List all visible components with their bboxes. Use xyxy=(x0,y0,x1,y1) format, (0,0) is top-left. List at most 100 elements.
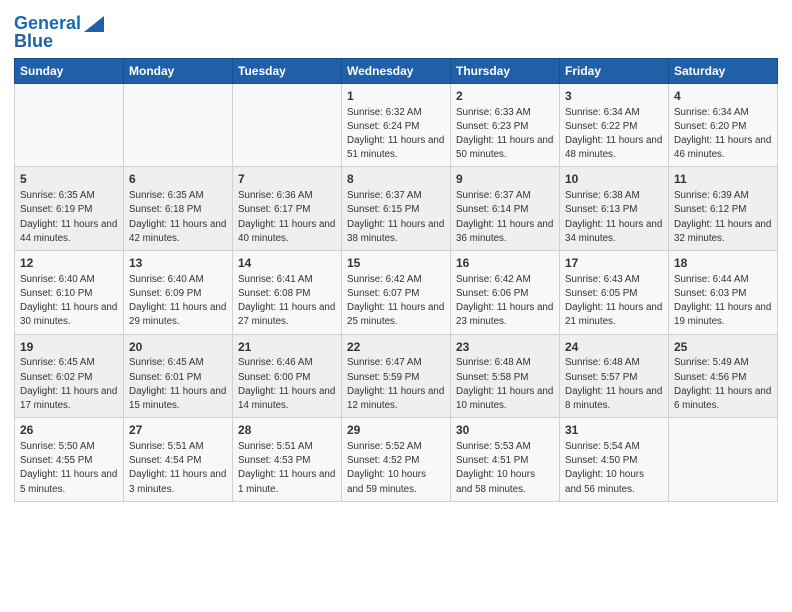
calendar-cell: 9Sunrise: 6:37 AM Sunset: 6:14 PM Daylig… xyxy=(451,167,560,251)
day-number: 25 xyxy=(674,339,772,356)
logo: General Blue xyxy=(14,14,104,52)
calendar-cell: 1Sunrise: 6:32 AM Sunset: 6:24 PM Daylig… xyxy=(342,83,451,167)
day-info: Sunrise: 6:37 AM Sunset: 6:15 PM Dayligh… xyxy=(347,189,445,246)
day-number: 19 xyxy=(20,339,118,356)
day-info: Sunrise: 6:48 AM Sunset: 5:58 PM Dayligh… xyxy=(456,356,554,413)
calendar-cell: 29Sunrise: 5:52 AM Sunset: 4:52 PM Dayli… xyxy=(342,418,451,502)
day-info: Sunrise: 6:35 AM Sunset: 6:19 PM Dayligh… xyxy=(20,189,118,246)
day-number: 28 xyxy=(238,422,336,439)
day-number: 2 xyxy=(456,88,554,105)
day-info: Sunrise: 6:34 AM Sunset: 6:22 PM Dayligh… xyxy=(565,106,663,163)
day-info: Sunrise: 6:45 AM Sunset: 6:01 PM Dayligh… xyxy=(129,356,227,413)
calendar-cell: 22Sunrise: 6:47 AM Sunset: 5:59 PM Dayli… xyxy=(342,334,451,418)
calendar-cell: 18Sunrise: 6:44 AM Sunset: 6:03 PM Dayli… xyxy=(669,251,778,335)
day-number: 7 xyxy=(238,171,336,188)
calendar-row: 12Sunrise: 6:40 AM Sunset: 6:10 PM Dayli… xyxy=(15,251,778,335)
day-number: 17 xyxy=(565,255,663,272)
weekday-header: Friday xyxy=(560,58,669,83)
day-info: Sunrise: 6:36 AM Sunset: 6:17 PM Dayligh… xyxy=(238,189,336,246)
day-info: Sunrise: 6:33 AM Sunset: 6:23 PM Dayligh… xyxy=(456,106,554,163)
day-number: 12 xyxy=(20,255,118,272)
calendar-cell: 13Sunrise: 6:40 AM Sunset: 6:09 PM Dayli… xyxy=(124,251,233,335)
calendar-row: 19Sunrise: 6:45 AM Sunset: 6:02 PM Dayli… xyxy=(15,334,778,418)
day-number: 11 xyxy=(674,171,772,188)
calendar-cell: 2Sunrise: 6:33 AM Sunset: 6:23 PM Daylig… xyxy=(451,83,560,167)
day-info: Sunrise: 6:39 AM Sunset: 6:12 PM Dayligh… xyxy=(674,189,772,246)
weekday-header: Thursday xyxy=(451,58,560,83)
calendar-cell: 24Sunrise: 6:48 AM Sunset: 5:57 PM Dayli… xyxy=(560,334,669,418)
calendar-cell: 26Sunrise: 5:50 AM Sunset: 4:55 PM Dayli… xyxy=(15,418,124,502)
calendar-header: SundayMondayTuesdayWednesdayThursdayFrid… xyxy=(15,58,778,83)
day-number: 14 xyxy=(238,255,336,272)
day-info: Sunrise: 6:48 AM Sunset: 5:57 PM Dayligh… xyxy=(565,356,663,413)
day-number: 9 xyxy=(456,171,554,188)
day-number: 23 xyxy=(456,339,554,356)
calendar-cell: 20Sunrise: 6:45 AM Sunset: 6:01 PM Dayli… xyxy=(124,334,233,418)
calendar-cell: 15Sunrise: 6:42 AM Sunset: 6:07 PM Dayli… xyxy=(342,251,451,335)
calendar-cell xyxy=(233,83,342,167)
day-number: 21 xyxy=(238,339,336,356)
calendar-cell: 31Sunrise: 5:54 AM Sunset: 4:50 PM Dayli… xyxy=(560,418,669,502)
day-info: Sunrise: 6:46 AM Sunset: 6:00 PM Dayligh… xyxy=(238,356,336,413)
day-number: 26 xyxy=(20,422,118,439)
day-number: 3 xyxy=(565,88,663,105)
day-info: Sunrise: 5:52 AM Sunset: 4:52 PM Dayligh… xyxy=(347,440,445,497)
day-info: Sunrise: 6:47 AM Sunset: 5:59 PM Dayligh… xyxy=(347,356,445,413)
header: General Blue xyxy=(14,10,778,52)
calendar-row: 1Sunrise: 6:32 AM Sunset: 6:24 PM Daylig… xyxy=(15,83,778,167)
day-number: 20 xyxy=(129,339,227,356)
day-number: 10 xyxy=(565,171,663,188)
calendar-cell: 10Sunrise: 6:38 AM Sunset: 6:13 PM Dayli… xyxy=(560,167,669,251)
day-number: 18 xyxy=(674,255,772,272)
logo-icon xyxy=(82,12,104,34)
day-number: 6 xyxy=(129,171,227,188)
calendar-cell xyxy=(124,83,233,167)
day-info: Sunrise: 5:53 AM Sunset: 4:51 PM Dayligh… xyxy=(456,440,554,497)
day-info: Sunrise: 5:51 AM Sunset: 4:54 PM Dayligh… xyxy=(129,440,227,497)
day-info: Sunrise: 6:37 AM Sunset: 6:14 PM Dayligh… xyxy=(456,189,554,246)
day-number: 13 xyxy=(129,255,227,272)
day-number: 8 xyxy=(347,171,445,188)
calendar-cell xyxy=(669,418,778,502)
calendar-cell: 16Sunrise: 6:42 AM Sunset: 6:06 PM Dayli… xyxy=(451,251,560,335)
day-number: 27 xyxy=(129,422,227,439)
weekday-header: Wednesday xyxy=(342,58,451,83)
day-info: Sunrise: 6:41 AM Sunset: 6:08 PM Dayligh… xyxy=(238,273,336,330)
calendar-cell: 6Sunrise: 6:35 AM Sunset: 6:18 PM Daylig… xyxy=(124,167,233,251)
day-number: 16 xyxy=(456,255,554,272)
calendar-cell: 17Sunrise: 6:43 AM Sunset: 6:05 PM Dayli… xyxy=(560,251,669,335)
calendar: SundayMondayTuesdayWednesdayThursdayFrid… xyxy=(14,58,778,502)
day-info: Sunrise: 5:51 AM Sunset: 4:53 PM Dayligh… xyxy=(238,440,336,497)
day-number: 5 xyxy=(20,171,118,188)
calendar-row: 26Sunrise: 5:50 AM Sunset: 4:55 PM Dayli… xyxy=(15,418,778,502)
calendar-cell xyxy=(15,83,124,167)
weekday-header: Monday xyxy=(124,58,233,83)
day-number: 1 xyxy=(347,88,445,105)
weekday-header: Saturday xyxy=(669,58,778,83)
weekday-header: Sunday xyxy=(15,58,124,83)
calendar-cell: 7Sunrise: 6:36 AM Sunset: 6:17 PM Daylig… xyxy=(233,167,342,251)
calendar-cell: 12Sunrise: 6:40 AM Sunset: 6:10 PM Dayli… xyxy=(15,251,124,335)
weekday-header: Tuesday xyxy=(233,58,342,83)
day-info: Sunrise: 6:42 AM Sunset: 6:06 PM Dayligh… xyxy=(456,273,554,330)
calendar-cell: 23Sunrise: 6:48 AM Sunset: 5:58 PM Dayli… xyxy=(451,334,560,418)
day-info: Sunrise: 6:34 AM Sunset: 6:20 PM Dayligh… xyxy=(674,106,772,163)
calendar-cell: 14Sunrise: 6:41 AM Sunset: 6:08 PM Dayli… xyxy=(233,251,342,335)
logo-text2: Blue xyxy=(14,32,53,52)
day-info: Sunrise: 6:35 AM Sunset: 6:18 PM Dayligh… xyxy=(129,189,227,246)
calendar-cell: 28Sunrise: 5:51 AM Sunset: 4:53 PM Dayli… xyxy=(233,418,342,502)
day-info: Sunrise: 6:42 AM Sunset: 6:07 PM Dayligh… xyxy=(347,273,445,330)
day-info: Sunrise: 6:44 AM Sunset: 6:03 PM Dayligh… xyxy=(674,273,772,330)
calendar-cell: 4Sunrise: 6:34 AM Sunset: 6:20 PM Daylig… xyxy=(669,83,778,167)
calendar-row: 5Sunrise: 6:35 AM Sunset: 6:19 PM Daylig… xyxy=(15,167,778,251)
calendar-cell: 19Sunrise: 6:45 AM Sunset: 6:02 PM Dayli… xyxy=(15,334,124,418)
day-number: 22 xyxy=(347,339,445,356)
day-info: Sunrise: 5:50 AM Sunset: 4:55 PM Dayligh… xyxy=(20,440,118,497)
day-info: Sunrise: 5:54 AM Sunset: 4:50 PM Dayligh… xyxy=(565,440,663,497)
calendar-cell: 11Sunrise: 6:39 AM Sunset: 6:12 PM Dayli… xyxy=(669,167,778,251)
day-number: 30 xyxy=(456,422,554,439)
day-info: Sunrise: 5:49 AM Sunset: 4:56 PM Dayligh… xyxy=(674,356,772,413)
day-number: 31 xyxy=(565,422,663,439)
calendar-cell: 3Sunrise: 6:34 AM Sunset: 6:22 PM Daylig… xyxy=(560,83,669,167)
day-info: Sunrise: 6:38 AM Sunset: 6:13 PM Dayligh… xyxy=(565,189,663,246)
